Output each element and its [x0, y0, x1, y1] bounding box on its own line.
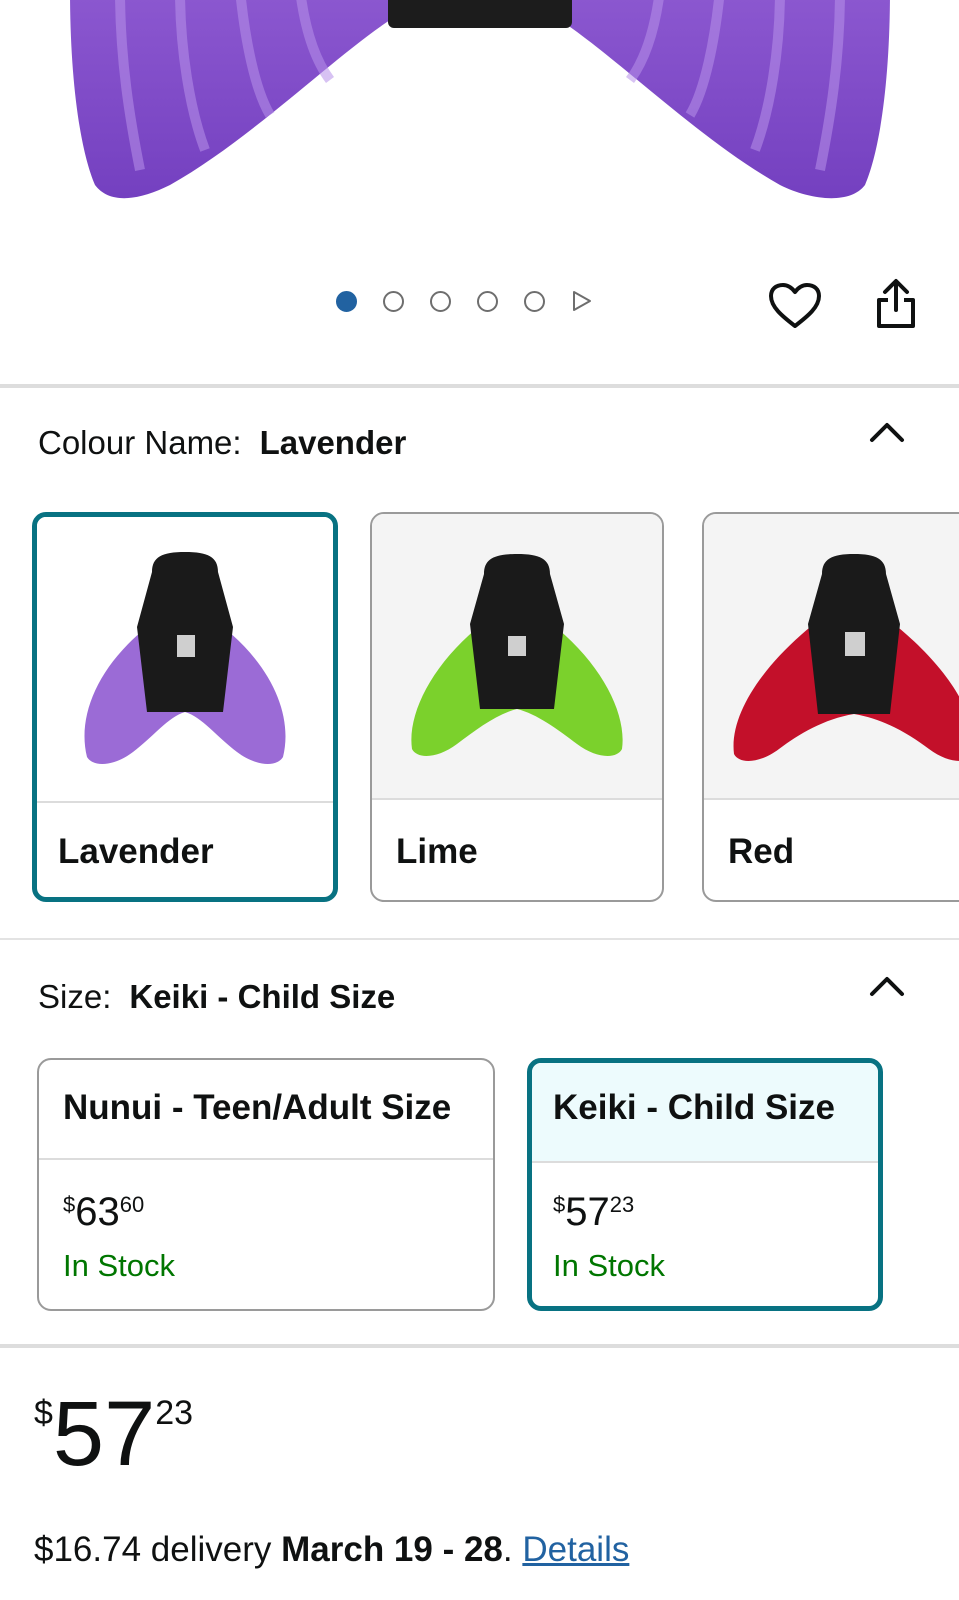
colour-option-lime[interactable]: Lime — [370, 512, 664, 902]
delivery-info: $16.74 delivery March 19 - 28. Details — [34, 1530, 630, 1569]
swatch-image — [372, 514, 662, 798]
carousel-dot-2[interactable] — [383, 290, 404, 312]
section-divider — [0, 384, 959, 388]
size-label: Size: Keiki - Child Size — [38, 978, 396, 1015]
size-option-keiki[interactable]: Keiki - Child Size $5723 In Stock — [527, 1058, 883, 1311]
colour-selected-value: Lavender — [259, 424, 407, 461]
mermaid-fin-image — [70, 0, 890, 199]
section-divider — [0, 938, 959, 940]
size-option-name: Nunui - Teen/Adult Size — [63, 1088, 452, 1127]
product-price: $5723 — [34, 1383, 194, 1485]
colour-label: Colour Name: Lavender — [38, 424, 407, 461]
image-carousel-dots[interactable] — [336, 290, 593, 312]
colour-option-red[interactable]: Red — [702, 512, 959, 902]
heart-icon[interactable] — [768, 282, 822, 330]
size-option-price: $5723 — [553, 1190, 635, 1234]
section-divider — [0, 1344, 959, 1348]
stock-status: In Stock — [553, 1248, 665, 1283]
swatch-label: Lime — [396, 832, 478, 871]
swatch-image — [704, 514, 959, 798]
carousel-dot-4[interactable] — [477, 290, 498, 312]
chevron-up-icon[interactable] — [868, 420, 906, 444]
swatch-image — [37, 517, 333, 801]
carousel-dot-3[interactable] — [430, 290, 451, 312]
swatch-label: Red — [728, 832, 795, 871]
size-selected-value: Keiki - Child Size — [129, 978, 396, 1015]
size-option-price: $6360 — [63, 1190, 145, 1234]
carousel-dot-5[interactable] — [524, 290, 545, 312]
delivery-details-link[interactable]: Details — [522, 1530, 629, 1569]
play-icon[interactable] — [571, 290, 593, 312]
stock-status: In Stock — [63, 1248, 175, 1283]
size-option-nunui[interactable]: Nunui - Teen/Adult Size $6360 In Stock — [37, 1058, 495, 1311]
colour-option-lavender[interactable]: Lavender — [32, 512, 338, 902]
swatch-label: Lavender — [58, 832, 214, 871]
size-option-name: Keiki - Child Size — [553, 1088, 835, 1127]
share-icon[interactable] — [874, 278, 918, 330]
chevron-up-icon[interactable] — [868, 974, 906, 998]
product-image[interactable] — [0, 0, 959, 240]
carousel-dot-1[interactable] — [336, 290, 357, 312]
delivery-date: March 19 - 28 — [281, 1530, 503, 1569]
